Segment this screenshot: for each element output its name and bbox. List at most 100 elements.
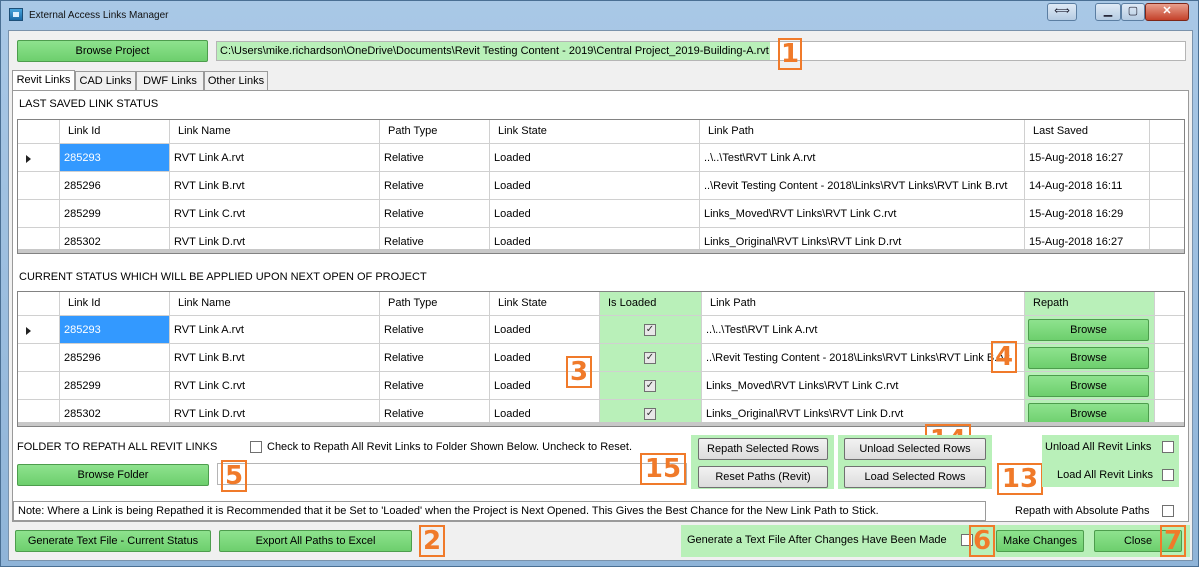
- row-header[interactable]: [18, 144, 60, 171]
- cell-link-id[interactable]: 285293: [60, 144, 170, 171]
- cell-last-saved[interactable]: 15-Aug-2018 16:27: [1025, 144, 1150, 171]
- cell-link-name[interactable]: RVT Link A.rvt: [170, 144, 380, 171]
- last-saved-grid[interactable]: Link Id Link Name Path Type Link State L…: [17, 119, 1185, 254]
- column-header[interactable]: Path Type: [380, 292, 490, 315]
- row-header[interactable]: [18, 200, 60, 227]
- table-row[interactable]: 285299 RVT Link C.rvt Relative Loaded ✓ …: [18, 372, 1184, 400]
- cell-link-name[interactable]: RVT Link B.rvt: [170, 344, 380, 371]
- column-header[interactable]: Is Loaded: [600, 292, 702, 315]
- column-header[interactable]: Link State: [490, 120, 700, 143]
- tab-dwf-links[interactable]: DWF Links: [136, 71, 204, 91]
- cell-link-id[interactable]: 285293: [60, 316, 170, 343]
- is-loaded-checkbox[interactable]: ✓: [644, 324, 656, 336]
- repath-absolute-checkbox[interactable]: [1162, 505, 1174, 517]
- cell-link-name[interactable]: RVT Link C.rvt: [170, 372, 380, 399]
- column-header[interactable]: Link Name: [170, 120, 380, 143]
- export-all-paths-button[interactable]: Export All Paths to Excel: [219, 530, 412, 552]
- is-loaded-checkbox[interactable]: ✓: [644, 380, 656, 392]
- cell-link-path[interactable]: ..\..\Test\RVT Link A.rvt: [702, 316, 1025, 343]
- column-header[interactable]: Last Saved: [1025, 120, 1150, 143]
- cell-link-state[interactable]: Loaded: [490, 172, 700, 199]
- cell-link-state[interactable]: Loaded: [490, 200, 700, 227]
- column-header[interactable]: Link Path: [700, 120, 1025, 143]
- column-header[interactable]: Link State: [490, 292, 600, 315]
- row-header[interactable]: [18, 344, 60, 371]
- cell-link-path[interactable]: ..\Revit Testing Content - 2018\Links\RV…: [702, 344, 1025, 371]
- load-selected-rows-button[interactable]: Load Selected Rows: [844, 466, 986, 488]
- cell-link-state[interactable]: Loaded: [490, 316, 600, 343]
- cell-last-saved[interactable]: 14-Aug-2018 16:11: [1025, 172, 1150, 199]
- row-header[interactable]: [18, 372, 60, 399]
- row-header[interactable]: [18, 172, 60, 199]
- window-title: External Access Links Manager: [29, 10, 169, 21]
- app-window: External Access Links Manager ⟺ ▁ ▢ ✕ Br…: [0, 0, 1199, 567]
- maximize-button[interactable]: ▢: [1121, 3, 1145, 21]
- cell-link-id[interactable]: 285296: [60, 172, 170, 199]
- repath-selected-rows-button[interactable]: Repath Selected Rows: [698, 438, 828, 460]
- browse-button[interactable]: Browse: [1028, 319, 1149, 341]
- column-header[interactable]: Link Name: [170, 292, 380, 315]
- cell-link-name[interactable]: RVT Link C.rvt: [170, 200, 380, 227]
- cell-link-path[interactable]: Links_Moved\RVT Links\RVT Link C.rvt: [700, 200, 1025, 227]
- column-header[interactable]: Link Path: [702, 292, 1025, 315]
- project-path-field[interactable]: C:\Users\mike.richardson\OneDrive\Docume…: [216, 41, 1186, 61]
- repath-all-checkbox[interactable]: [250, 441, 262, 453]
- cell-path-type[interactable]: Relative: [380, 144, 490, 171]
- unload-selected-rows-button[interactable]: Unload Selected Rows: [844, 438, 986, 460]
- table-row[interactable]: 285293 RVT Link A.rvt Relative Loaded ✓ …: [18, 316, 1184, 344]
- cell-link-id[interactable]: 285296: [60, 344, 170, 371]
- tab-cad-links[interactable]: CAD Links: [75, 71, 136, 91]
- column-header[interactable]: Link Id: [60, 292, 170, 315]
- cell-path-type[interactable]: Relative: [380, 172, 490, 199]
- revit-links-tab-page: LAST SAVED LINK STATUS Link Id Link Name…: [12, 90, 1189, 522]
- cell-link-id[interactable]: 285299: [60, 372, 170, 399]
- cell-link-name[interactable]: RVT Link A.rvt: [170, 316, 380, 343]
- minimize-button[interactable]: ▁: [1095, 3, 1121, 21]
- resize-button[interactable]: ⟺: [1047, 3, 1077, 21]
- tab-other-links[interactable]: Other Links: [204, 71, 268, 91]
- row-header-corner: [18, 120, 60, 143]
- cell-link-path[interactable]: Links_Moved\RVT Links\RVT Link C.rvt: [702, 372, 1025, 399]
- tab-revit-links[interactable]: Revit Links: [12, 70, 75, 91]
- cell-link-id[interactable]: 285299: [60, 200, 170, 227]
- column-header[interactable]: Link Id: [60, 120, 170, 143]
- horizontal-scrollbar[interactable]: [18, 249, 1184, 253]
- browse-folder-button[interactable]: Browse Folder: [17, 464, 209, 486]
- generate-text-file-button[interactable]: Generate Text File - Current Status: [15, 530, 211, 552]
- cell-link-state[interactable]: Loaded: [490, 144, 700, 171]
- cell-link-path[interactable]: ..\Revit Testing Content - 2018\Links\RV…: [700, 172, 1025, 199]
- reset-paths-button[interactable]: Reset Paths (Revit): [698, 466, 828, 488]
- cell-path-type[interactable]: Relative: [380, 316, 490, 343]
- cell-link-name[interactable]: RVT Link B.rvt: [170, 172, 380, 199]
- is-loaded-checkbox[interactable]: ✓: [644, 352, 656, 364]
- table-row[interactable]: 285293 RVT Link A.rvt Relative Loaded ..…: [18, 144, 1184, 172]
- table-row[interactable]: 285296 RVT Link B.rvt Relative Loaded ..…: [18, 172, 1184, 200]
- folder-path-field[interactable]: [217, 463, 687, 485]
- client-area: Browse Project C:\Users\mike.richardson\…: [8, 30, 1193, 561]
- app-icon: [9, 8, 23, 21]
- close-window-button[interactable]: ✕: [1145, 3, 1189, 21]
- cell-link-path[interactable]: ..\..\Test\RVT Link A.rvt: [700, 144, 1025, 171]
- cell-path-type[interactable]: Relative: [380, 372, 490, 399]
- cell-is-loaded[interactable]: ✓: [600, 372, 702, 399]
- cell-last-saved[interactable]: 15-Aug-2018 16:29: [1025, 200, 1150, 227]
- cell-is-loaded[interactable]: ✓: [600, 316, 702, 343]
- cell-is-loaded[interactable]: ✓: [600, 344, 702, 371]
- load-all-checkbox[interactable]: [1162, 469, 1174, 481]
- annotation-1: 1: [778, 38, 802, 70]
- cell-path-type[interactable]: Relative: [380, 344, 490, 371]
- browse-button[interactable]: Browse: [1028, 375, 1149, 397]
- column-header[interactable]: Path Type: [380, 120, 490, 143]
- table-row[interactable]: 285299 RVT Link C.rvt Relative Loaded Li…: [18, 200, 1184, 228]
- column-header[interactable]: Repath: [1025, 292, 1155, 315]
- unload-all-checkbox[interactable]: [1162, 441, 1174, 453]
- browse-button[interactable]: Browse: [1028, 347, 1149, 369]
- make-changes-button[interactable]: Make Changes: [996, 530, 1084, 552]
- annotation-2: 2: [419, 525, 445, 557]
- cell-path-type[interactable]: Relative: [380, 200, 490, 227]
- browse-project-button[interactable]: Browse Project: [17, 40, 208, 62]
- row-header[interactable]: [18, 316, 60, 343]
- is-loaded-checkbox[interactable]: ✓: [644, 408, 656, 420]
- title-bar[interactable]: External Access Links Manager ⟺ ▁ ▢ ✕: [1, 1, 1198, 29]
- horizontal-scrollbar[interactable]: [18, 422, 1184, 426]
